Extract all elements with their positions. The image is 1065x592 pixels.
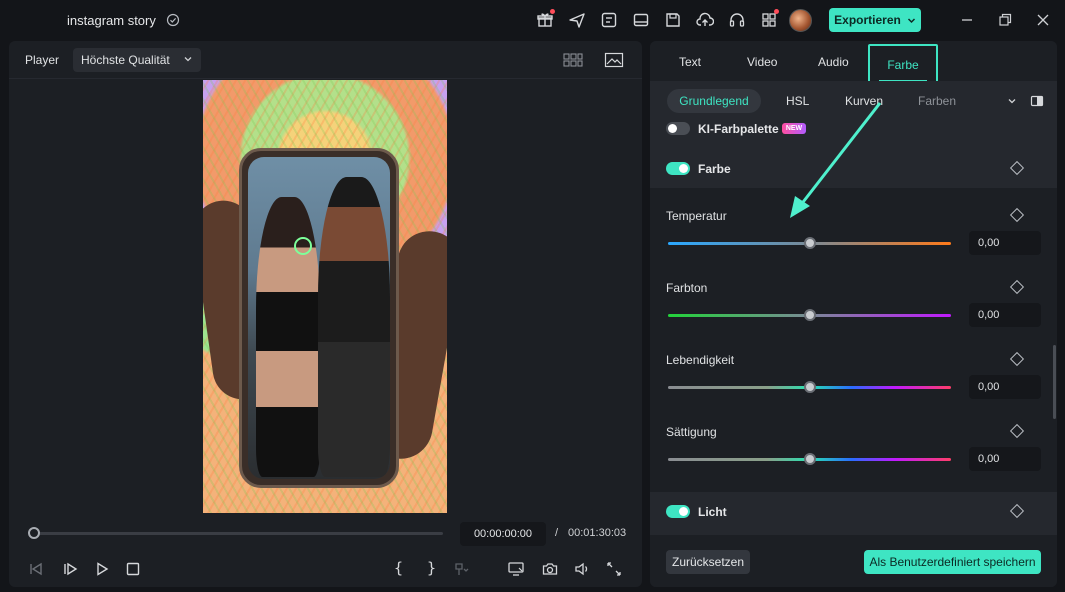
player-panel: Player Höchste Qualität 00:00:00:00 / 00… <box>9 41 642 587</box>
main-tabs: Text Video Audio Farbe <box>650 41 1057 86</box>
project-title: instagram story <box>67 13 156 28</box>
compare-icon[interactable] <box>1030 94 1044 108</box>
saved-check-icon <box>166 13 180 27</box>
save-custom-button[interactable]: Als Benutzerdefiniert speichern <box>864 550 1041 574</box>
title-bar: instagram story Exportieren <box>0 0 1065 40</box>
playhead[interactable] <box>28 527 40 539</box>
ai-palette-row: KI-Farbpalette NEW <box>650 121 1057 151</box>
grid-view-icon[interactable] <box>563 52 583 68</box>
param-label: Sättigung <box>666 425 717 439</box>
next-frame-icon[interactable] <box>61 560 79 578</box>
sub-tabs: Grundlegend HSL Kurven Farben <box>650 81 1057 121</box>
keyframe-icon[interactable] <box>1009 160 1025 176</box>
player-header: Player Höchste Qualität <box>9 41 642 79</box>
new-badge: NEW <box>782 123 806 134</box>
subtab-hsl[interactable]: HSL <box>786 94 809 108</box>
notification-dot <box>550 9 555 14</box>
keyframe-icon[interactable] <box>1009 423 1025 439</box>
export-button[interactable]: Exportieren <box>829 8 921 32</box>
tab-text[interactable]: Text <box>679 55 701 69</box>
camera-icon[interactable] <box>541 560 559 578</box>
maximize-icon[interactable] <box>995 10 1015 30</box>
keyframe-icon[interactable] <box>1009 207 1025 223</box>
image-icon[interactable] <box>604 52 624 68</box>
tab-audio[interactable]: Audio <box>818 55 849 69</box>
light-section-header: Licht <box>650 492 1057 535</box>
volume-icon[interactable] <box>573 560 591 578</box>
monitor-icon[interactable] <box>507 560 525 578</box>
light-section-toggle[interactable] <box>666 505 690 518</box>
phone-screen <box>248 157 390 479</box>
ai-palette-label: KI-Farbpalette <box>698 122 779 136</box>
keyframe-icon[interactable] <box>1009 503 1025 519</box>
shirt-logo <box>294 237 312 255</box>
vibrance-value[interactable]: 0,00 <box>969 375 1041 399</box>
send-icon[interactable] <box>568 11 586 29</box>
person-left <box>256 197 320 477</box>
phone-frame <box>239 148 399 488</box>
current-timecode[interactable]: 00:00:00:00 <box>460 522 546 546</box>
headset-icon[interactable] <box>728 11 746 29</box>
tab-video[interactable]: Video <box>747 55 777 69</box>
fullscreen-icon[interactable] <box>605 560 623 578</box>
param-label: Farbton <box>666 281 708 295</box>
checklist-icon[interactable] <box>600 11 618 29</box>
insert-clip-icon[interactable] <box>453 560 471 578</box>
avatar[interactable] <box>789 9 812 32</box>
tint-value[interactable]: 0,00 <box>969 303 1041 327</box>
video-preview <box>203 80 447 513</box>
player-label: Player <box>25 53 60 67</box>
close-icon[interactable] <box>1033 10 1053 30</box>
timeline-track[interactable] <box>33 532 443 535</box>
color-section-toggle[interactable] <box>666 162 690 175</box>
param-label: Temperatur <box>666 209 727 223</box>
ai-palette-toggle[interactable] <box>666 122 690 135</box>
reset-button[interactable]: Zurücksetzen <box>666 550 750 574</box>
previous-frame-icon[interactable] <box>27 560 45 578</box>
scrollbar[interactable] <box>1053 345 1056 419</box>
timecode-separator: / <box>555 527 559 539</box>
quality-select[interactable]: Höchste Qualität <box>73 48 201 72</box>
export-label: Exportieren <box>834 13 901 27</box>
param-label: Lebendigkeit <box>666 353 735 367</box>
total-timecode: 00:01:30:03 <box>568 527 627 539</box>
subtab-grundlegend[interactable]: Grundlegend <box>667 89 761 113</box>
notification-dot <box>774 9 779 14</box>
panel-footer: Zurücksetzen Als Benutzerdefiniert speic… <box>650 535 1057 587</box>
slider-thumb[interactable] <box>803 381 816 393</box>
play-icon[interactable] <box>93 560 111 578</box>
slider-thumb[interactable] <box>803 453 816 465</box>
saturation-value[interactable]: 0,00 <box>969 447 1041 471</box>
light-section-label: Licht <box>698 505 727 519</box>
chevron-down-icon <box>184 57 192 62</box>
mark-out-icon[interactable]: } <box>427 559 436 577</box>
properties-panel: Text Video Audio Farbe Grundlegend HSL K… <box>650 41 1057 587</box>
keyframe-icon[interactable] <box>1009 351 1025 367</box>
quality-value: Höchste Qualität <box>81 53 170 67</box>
keyframe-icon[interactable] <box>1009 279 1025 295</box>
chevron-down-icon[interactable] <box>1007 96 1017 106</box>
temperature-value[interactable]: 0,00 <box>969 231 1041 255</box>
stop-icon[interactable] <box>124 560 142 578</box>
subtab-kurven[interactable]: Kurven <box>845 94 883 108</box>
color-section-header: Farbe <box>650 151 1057 188</box>
subtab-farben[interactable]: Farben <box>918 94 956 108</box>
mark-in-icon[interactable]: { <box>394 559 403 577</box>
save-icon[interactable] <box>664 11 682 29</box>
adjustments-scroll: KI-Farbpalette NEW Farbe Temperatur 0,00… <box>650 121 1057 535</box>
chevron-down-icon <box>907 17 915 23</box>
layout-icon[interactable] <box>632 11 650 29</box>
person-right <box>318 177 390 477</box>
cloud-upload-icon[interactable] <box>696 11 715 29</box>
slider-thumb[interactable] <box>803 309 816 321</box>
slider-thumb[interactable] <box>803 237 816 249</box>
minimize-icon[interactable] <box>957 10 977 30</box>
color-section-label: Farbe <box>698 162 731 176</box>
